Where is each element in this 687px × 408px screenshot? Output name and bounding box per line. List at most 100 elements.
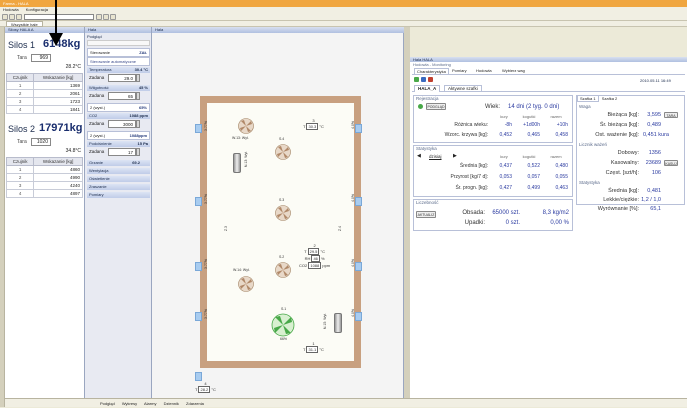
open-icon[interactable]: [9, 14, 15, 20]
fan-active-icon[interactable]: [271, 313, 295, 337]
spin-icon[interactable]: [136, 74, 140, 82]
avg-kogutki: 0,522: [527, 163, 540, 169]
silo-1-tara-input[interactable]: 969: [31, 54, 51, 62]
new-icon[interactable]: [2, 14, 8, 20]
tab-cabinet-1[interactable]: Szafka 1: [577, 95, 599, 102]
fan-icon[interactable]: [238, 118, 254, 134]
heater-icon[interactable]: [233, 153, 241, 173]
fan-icon[interactable]: [275, 262, 291, 278]
sensor-3[interactable]: 3 T 30.3 °C: [303, 118, 324, 130]
spin-icon[interactable]: [136, 148, 140, 156]
humidity-setpoint-input[interactable]: 65: [108, 92, 136, 100]
side-vent[interactable]: [195, 197, 202, 206]
refresh-icon[interactable]: [414, 77, 419, 82]
tab-dziennik[interactable]: Dziennik: [164, 401, 179, 406]
temp-setpoint-input[interactable]: 29.0: [108, 74, 136, 82]
spin-icon[interactable]: [136, 92, 140, 100]
silo-2-tara-input[interactable]: 1020: [31, 138, 51, 146]
stock-density: 8,3 kg/m2: [542, 210, 569, 216]
tab-hall-a[interactable]: HALA_A: [414, 85, 441, 92]
ctrl-lighting[interactable]: Oświetlenie: [87, 176, 150, 182]
table-row[interactable]: 2 2061: [5, 89, 83, 98]
update-button[interactable]: AKTUALIZ: [416, 211, 436, 218]
ctrl-spraying[interactable]: Zraszanie: [87, 184, 150, 190]
tab-cabinet-2[interactable]: Szafka 2: [600, 96, 620, 101]
spin-icon[interactable]: [136, 120, 140, 128]
fan-label: S.1: [281, 307, 287, 311]
tab-wybierz-wage[interactable]: Wybierz wag: [500, 68, 527, 73]
ctrl-auto[interactable]: Sterowanie automatyczne: [87, 57, 150, 66]
silo-2-tara-label: Tara: [17, 139, 27, 145]
fan-icon[interactable]: [275, 144, 291, 160]
print-icon[interactable]: [103, 14, 109, 20]
monitoring-date: 2010.05.11 16:49: [640, 78, 671, 83]
table-row[interactable]: 1 4860: [5, 165, 83, 174]
ctrl-sterowanie[interactable]: Sterowanie ZAŁ: [87, 48, 150, 57]
daily-label: Dobowy:: [617, 150, 639, 156]
prev-day-icon[interactable]: ◀: [417, 153, 421, 159]
table-row[interactable]: 3 1723: [5, 97, 83, 106]
zone-label: Z.4: [338, 226, 342, 232]
next-day-icon[interactable]: ▶: [453, 153, 457, 159]
ctrl-heating[interactable]: Grzanie 69.2: [87, 160, 150, 166]
menu-hodowla[interactable]: Hodowla: [3, 7, 19, 12]
table-row[interactable]: 4 1841: [5, 105, 83, 114]
barn-header: Hala: [152, 27, 404, 33]
ctrl-humidity-out[interactable]: 2 (wyst.) 65%: [87, 103, 150, 112]
chart-icon[interactable]: [421, 77, 426, 82]
table-row[interactable]: 3 4240: [5, 181, 83, 190]
fan-label: S.3: [279, 198, 285, 202]
ctrl-temp-setpoint: Zadana 29.0: [87, 73, 150, 83]
side-vent[interactable]: [355, 262, 362, 271]
tab-alarmy[interactable]: Alarmy: [144, 401, 156, 406]
zone-label: Z.3: [224, 226, 228, 232]
side-vent[interactable]: [355, 124, 362, 133]
sensor-2[interactable]: 2 T 29.5 °C RH 46 % CO2 1088 ppm: [299, 243, 330, 269]
alarm-icon[interactable]: [428, 77, 433, 82]
menu-konfiguracja[interactable]: Konfiguracja: [26, 7, 48, 12]
ctrl-measurements[interactable]: Pomiary: [87, 192, 150, 198]
tab-hodowla[interactable]: Hodowla: [474, 68, 494, 73]
side-vent[interactable]: [355, 312, 362, 321]
side-vent[interactable]: [355, 197, 362, 206]
tab-zdarzenia[interactable]: Zdarzenia: [186, 401, 204, 406]
tab-wykresy[interactable]: Wykresy: [122, 401, 137, 406]
table-row[interactable]: 4 4897: [5, 189, 83, 198]
fan-icon[interactable]: [275, 205, 291, 221]
table-row[interactable]: 1 1369: [5, 81, 83, 90]
side-vent[interactable]: [195, 262, 202, 271]
settings-icon[interactable]: [110, 14, 116, 20]
fan-icon[interactable]: [238, 276, 254, 292]
heater-icon[interactable]: [334, 313, 342, 333]
monitoring-header: Hala HALA: [410, 57, 687, 62]
age-diff-razem: +10h: [556, 122, 568, 128]
frequency-value: 106: [651, 170, 661, 176]
reset-button[interactable]: KASUJ: [664, 160, 678, 166]
tara-button[interactable]: TARA: [664, 112, 678, 118]
today-link[interactable]: dzisiaj: [429, 154, 442, 159]
side-vent[interactable]: [195, 372, 202, 381]
ctrl-ventilation[interactable]: Wentylacja: [87, 168, 150, 174]
refresh-icon[interactable]: [96, 14, 102, 20]
avg-kury: 0,437: [499, 163, 512, 169]
tab-active-cabinets[interactable]: Aktywne szafki: [444, 85, 482, 92]
side-vent[interactable]: [195, 312, 202, 321]
co2-setpoint-input[interactable]: 3000: [108, 120, 136, 128]
tab-podglad[interactable]: Podgląd: [100, 401, 115, 406]
tab-charakterystyka[interactable]: Charakterystyka: [414, 68, 449, 75]
col-kury: kury: [500, 154, 508, 159]
preview-button[interactable]: PODGLĄD: [426, 103, 446, 110]
ctrl-co2-out[interactable]: 2 (wyst.) 1088ppm: [87, 131, 150, 140]
age-diff-kogutki: +1d00h: [523, 122, 540, 128]
pressure-setpoint-input[interactable]: 17: [108, 148, 136, 156]
sensor-4[interactable]: 4 T 28.2 °C: [195, 381, 216, 393]
sensor-1[interactable]: 1 T 31.1 °C: [303, 341, 324, 353]
side-vent[interactable]: [195, 124, 202, 133]
frequency-label: Częst. [szt/h]:: [605, 170, 639, 176]
tab-pomiary[interactable]: Pomiary: [450, 68, 469, 73]
table-row[interactable]: 2 4990: [5, 173, 83, 182]
save-icon[interactable]: [16, 14, 22, 20]
fan-label: S.4: [279, 137, 285, 141]
col-czujnik: Czujnik: [5, 73, 35, 82]
vent-label: 3.77%: [204, 309, 208, 319]
